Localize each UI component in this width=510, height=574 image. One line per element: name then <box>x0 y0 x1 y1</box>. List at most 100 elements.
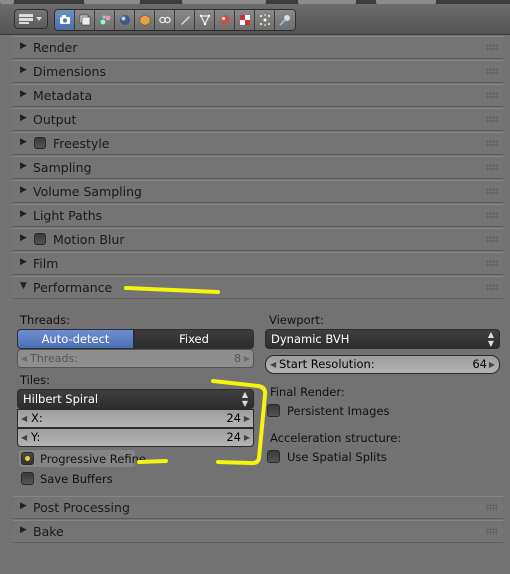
object-icon <box>139 14 150 26</box>
drag-grip-icon[interactable] <box>486 164 498 171</box>
decrement-arrow-icon: ◀ <box>21 433 28 442</box>
panel-header-metadata[interactable]: ▶ Metadata <box>13 84 503 107</box>
save-buffers-checkbox[interactable] <box>21 472 34 485</box>
freestyle-enable-checkbox[interactable] <box>34 137 46 149</box>
tile-order-value: Hilbert Spiral <box>23 392 99 406</box>
tile-x-label: X: <box>31 411 43 425</box>
motion-blur-enable-checkbox[interactable] <box>34 233 46 245</box>
panel-title: Freestyle <box>53 136 110 151</box>
progressive-refine-checkbox[interactable] <box>21 452 34 465</box>
drag-grip-icon[interactable] <box>486 68 498 75</box>
tile-order-dropdown[interactable]: Hilbert Spiral ▲ ▼ <box>17 389 254 409</box>
tab-world[interactable] <box>115 10 135 30</box>
threads-label: Threads: <box>20 313 71 327</box>
drag-grip-icon[interactable] <box>486 504 498 511</box>
acceleration-structure-label: Acceleration structure: <box>270 431 402 445</box>
tab-object-data[interactable] <box>195 10 215 30</box>
increment-arrow-icon: ▶ <box>243 433 250 442</box>
decrement-arrow-icon: ◀ <box>21 354 28 363</box>
panel-title: Film <box>33 256 59 271</box>
panel-header-sampling[interactable]: ▶ Sampling <box>13 156 503 179</box>
panel-header-output[interactable]: ▶ Output <box>13 108 503 131</box>
decrement-arrow-icon: ◀ <box>21 414 28 423</box>
threads-count-value: 8 <box>234 352 241 365</box>
drag-grip-icon[interactable] <box>486 188 498 195</box>
threads-fixed-button[interactable]: Fixed <box>134 329 254 349</box>
viewport-bvh-value: Dynamic BVH <box>271 332 350 346</box>
scene-icon <box>100 15 110 25</box>
decrement-arrow-icon: ◀ <box>270 360 277 369</box>
up-down-arrows-icon: ▲ ▼ <box>241 390 248 408</box>
use-spatial-splits-checkbox[interactable] <box>267 450 280 463</box>
tab-particles[interactable] <box>255 10 275 30</box>
panel-header-film[interactable]: ▶ Film <box>13 252 503 275</box>
panel-header-volume-sampling[interactable]: ▶ Volume Sampling <box>13 180 503 203</box>
increment-arrow-icon: ▶ <box>243 354 250 363</box>
context-tabs <box>54 9 296 31</box>
drag-grip-icon[interactable] <box>486 44 498 51</box>
viewport-bvh-dropdown[interactable]: Dynamic BVH ▲ ▼ <box>265 329 500 349</box>
panel-header-bake[interactable]: ▶ Bake <box>13 520 503 543</box>
tab-object[interactable] <box>135 10 155 30</box>
tab-constraints[interactable] <box>155 10 175 30</box>
tile-x-field[interactable]: ◀ X: 24 ▶ <box>17 409 254 428</box>
tab-material[interactable] <box>215 10 235 30</box>
tile-x-value: 24 <box>226 411 241 425</box>
increment-arrow-icon: ▶ <box>243 414 250 423</box>
texture-icon <box>239 15 250 25</box>
tile-y-field[interactable]: ◀ Y: 24 ▶ <box>17 428 254 447</box>
disclosure-closed-icon: ▶ <box>20 137 27 147</box>
panel-header-render[interactable]: ▶ Render <box>13 36 503 59</box>
object-data-icon <box>199 14 210 26</box>
render-icon <box>59 15 70 24</box>
tab-modifiers[interactable] <box>175 10 195 30</box>
drag-grip-icon[interactable] <box>486 284 498 291</box>
panel-header-freestyle[interactable]: ▶ Freestyle <box>13 132 503 155</box>
disclosure-closed-icon: ▶ <box>20 209 27 219</box>
panel-title: Render <box>33 40 78 55</box>
panel-header-performance[interactable]: ▼ Performance <box>13 276 503 299</box>
panel-header-motion-blur[interactable]: ▶ Motion Blur <box>13 228 503 251</box>
persistent-images-checkbox[interactable] <box>267 404 280 417</box>
editor-type-selector[interactable] <box>14 9 48 29</box>
properties-editor-icon <box>19 14 42 24</box>
disclosure-closed-icon: ▶ <box>20 89 27 99</box>
disclosure-open-icon: ▼ <box>20 281 27 291</box>
drag-grip-icon[interactable] <box>486 140 498 147</box>
threads-auto-detect-button[interactable]: Auto-detect <box>17 329 134 349</box>
panel-title: Dimensions <box>33 64 106 79</box>
progressive-refine-label: Progressive Refine <box>40 452 146 466</box>
drag-grip-icon[interactable] <box>486 92 498 99</box>
tab-scene[interactable] <box>95 10 115 30</box>
tile-y-value: 24 <box>226 430 241 444</box>
use-spatial-splits-label: Use Spatial Splits <box>287 450 387 464</box>
panel-title: Bake <box>33 524 64 539</box>
panel-title: Output <box>33 112 77 127</box>
threads-count-label: Threads: <box>30 352 78 365</box>
drag-grip-icon[interactable] <box>486 212 498 219</box>
drag-grip-icon[interactable] <box>486 116 498 123</box>
persistent-images-label: Persistent Images <box>287 404 390 418</box>
material-icon <box>219 15 230 25</box>
tab-texture[interactable] <box>235 10 255 30</box>
disclosure-closed-icon: ▶ <box>20 525 27 535</box>
tab-render[interactable] <box>55 10 75 30</box>
panel-header-post-processing[interactable]: ▶ Post Processing <box>13 496 503 519</box>
panel-header-dimensions[interactable]: ▶ Dimensions <box>13 60 503 83</box>
tab-render-layers[interactable] <box>75 10 95 30</box>
tab-physics[interactable] <box>275 10 295 30</box>
threads-count-field[interactable]: ◀ Threads: 8 ▶ <box>17 349 254 368</box>
start-resolution-field[interactable]: ◀ Start Resolution: 64 ▶ <box>265 355 500 374</box>
disclosure-closed-icon: ▶ <box>20 257 27 267</box>
drag-grip-icon[interactable] <box>486 236 498 243</box>
panel-title: Motion Blur <box>53 232 125 247</box>
panel-title: Post Processing <box>33 500 130 515</box>
performance-panel-body: Threads: Auto-detect Fixed ◀ Threads: 8 … <box>13 299 503 493</box>
tile-y-label: Y: <box>31 430 41 444</box>
drag-grip-icon[interactable] <box>486 260 498 267</box>
panel-header-light-paths[interactable]: ▶ Light Paths <box>13 204 503 227</box>
constraints-icon <box>158 16 171 24</box>
drag-grip-icon[interactable] <box>486 528 498 535</box>
tiles-label: Tiles: <box>20 373 51 387</box>
viewport-label: Viewport: <box>269 313 324 327</box>
